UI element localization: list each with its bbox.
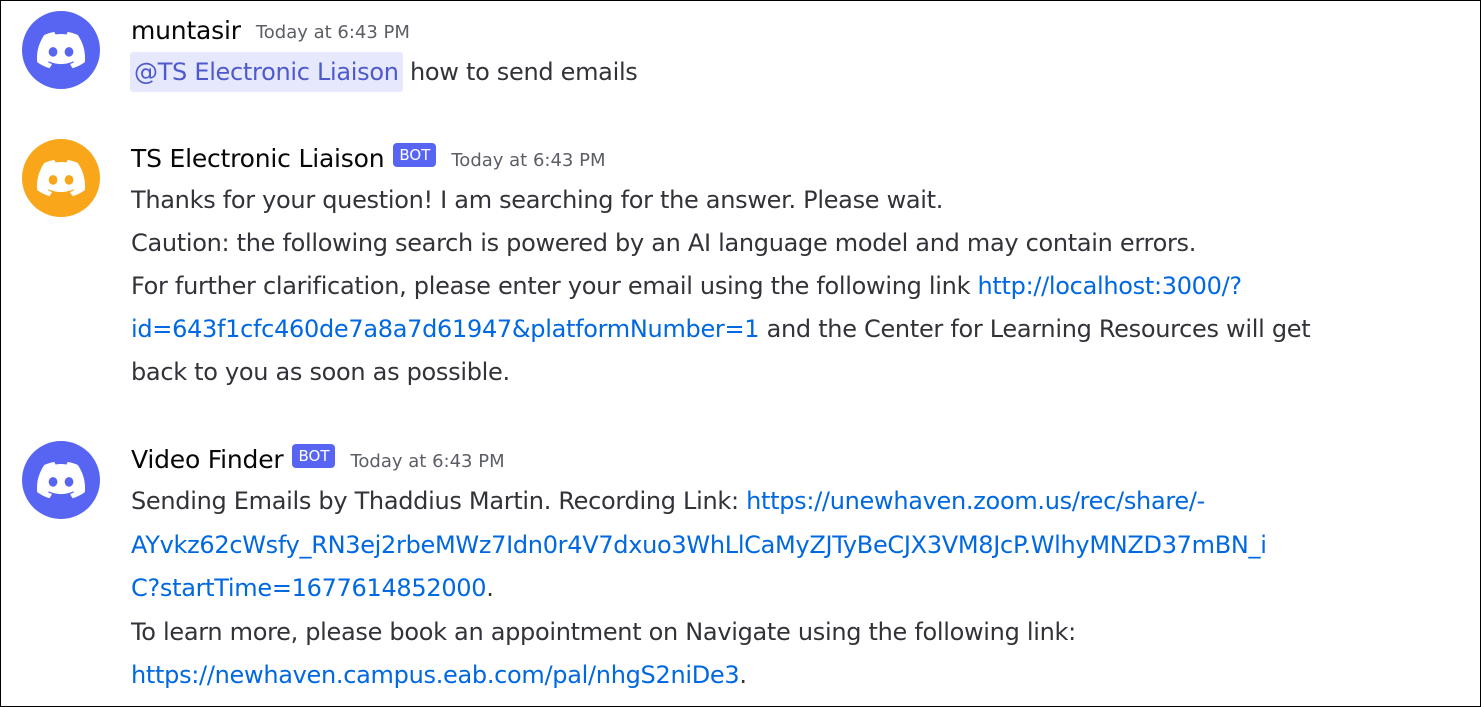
- username[interactable]: Video Finder: [131, 445, 284, 474]
- message-content: @TS Electronic Liaison how to send email…: [130, 51, 638, 94]
- message-text: how to send emails: [402, 58, 638, 86]
- message-text: For further clarification, please enter …: [131, 272, 978, 300]
- email-link[interactable]: http://localhost:3000/?: [978, 272, 1243, 300]
- timestamp[interactable]: Today at 6:43 PM: [256, 22, 410, 43]
- avatar[interactable]: [22, 139, 100, 217]
- message-text: .: [486, 574, 494, 602]
- message-header: Video Finder BOT Today at 6:43 PM: [131, 442, 505, 476]
- message-text: .: [739, 661, 747, 689]
- chat-frame: muntasir Today at 6:43 PM @TS Electronic…: [0, 0, 1481, 707]
- message-line: back to you as soon as possible.: [131, 358, 510, 386]
- message-line: Caution: the following search is powered…: [131, 229, 1197, 257]
- bot-badge: BOT: [393, 143, 437, 167]
- message-line: C?startTime=1677614852000.: [131, 567, 494, 610]
- message-line: AYvkz62cWsfy_RN3ej2rbeMWz7Idn0r4V7dxuo3W…: [131, 524, 1267, 567]
- recording-link[interactable]: AYvkz62cWsfy_RN3ej2rbeMWz7Idn0r4V7dxuo3W…: [131, 531, 1267, 559]
- avatar[interactable]: [22, 441, 100, 519]
- message-header: TS Electronic Liaison BOT Today at 6:43 …: [131, 141, 606, 175]
- message-line: Thanks for your question! I am searching…: [131, 186, 944, 214]
- avatar[interactable]: [22, 11, 100, 89]
- discord-logo-icon: [37, 31, 85, 69]
- discord-logo-icon: [37, 461, 85, 499]
- username[interactable]: muntasir: [131, 16, 241, 45]
- bot-badge: BOT: [292, 444, 336, 468]
- message-text: Sending Emails by Thaddius Martin. Recor…: [131, 487, 747, 515]
- message-text: and the Center for Learning Resources wi…: [759, 315, 1311, 343]
- recording-link[interactable]: C?startTime=1677614852000: [131, 574, 487, 602]
- message-header: muntasir Today at 6:43 PM: [131, 13, 410, 47]
- recording-link[interactable]: https://unewhaven.zoom.us/rec/share/-: [746, 487, 1205, 515]
- message-line: To learn more, please book an appointmen…: [131, 618, 1076, 646]
- email-link[interactable]: id=643f1cfc460de7a8a7d61947&platformNumb…: [131, 315, 760, 343]
- message-line: https://newhaven.campus.eab.com/pal/nhgS…: [131, 654, 747, 697]
- username[interactable]: TS Electronic Liaison: [131, 144, 385, 173]
- navigate-link[interactable]: https://newhaven.campus.eab.com/pal/nhgS…: [131, 661, 740, 689]
- user-mention[interactable]: @TS Electronic Liaison: [130, 52, 403, 92]
- timestamp[interactable]: Today at 6:43 PM: [451, 150, 605, 171]
- message-line: id=643f1cfc460de7a8a7d61947&platformNumb…: [131, 308, 1311, 351]
- message-line: Sending Emails by Thaddius Martin. Recor…: [131, 480, 1205, 523]
- timestamp[interactable]: Today at 6:43 PM: [350, 451, 504, 472]
- message-line: For further clarification, please enter …: [131, 265, 1242, 308]
- discord-logo-icon: [37, 159, 85, 197]
